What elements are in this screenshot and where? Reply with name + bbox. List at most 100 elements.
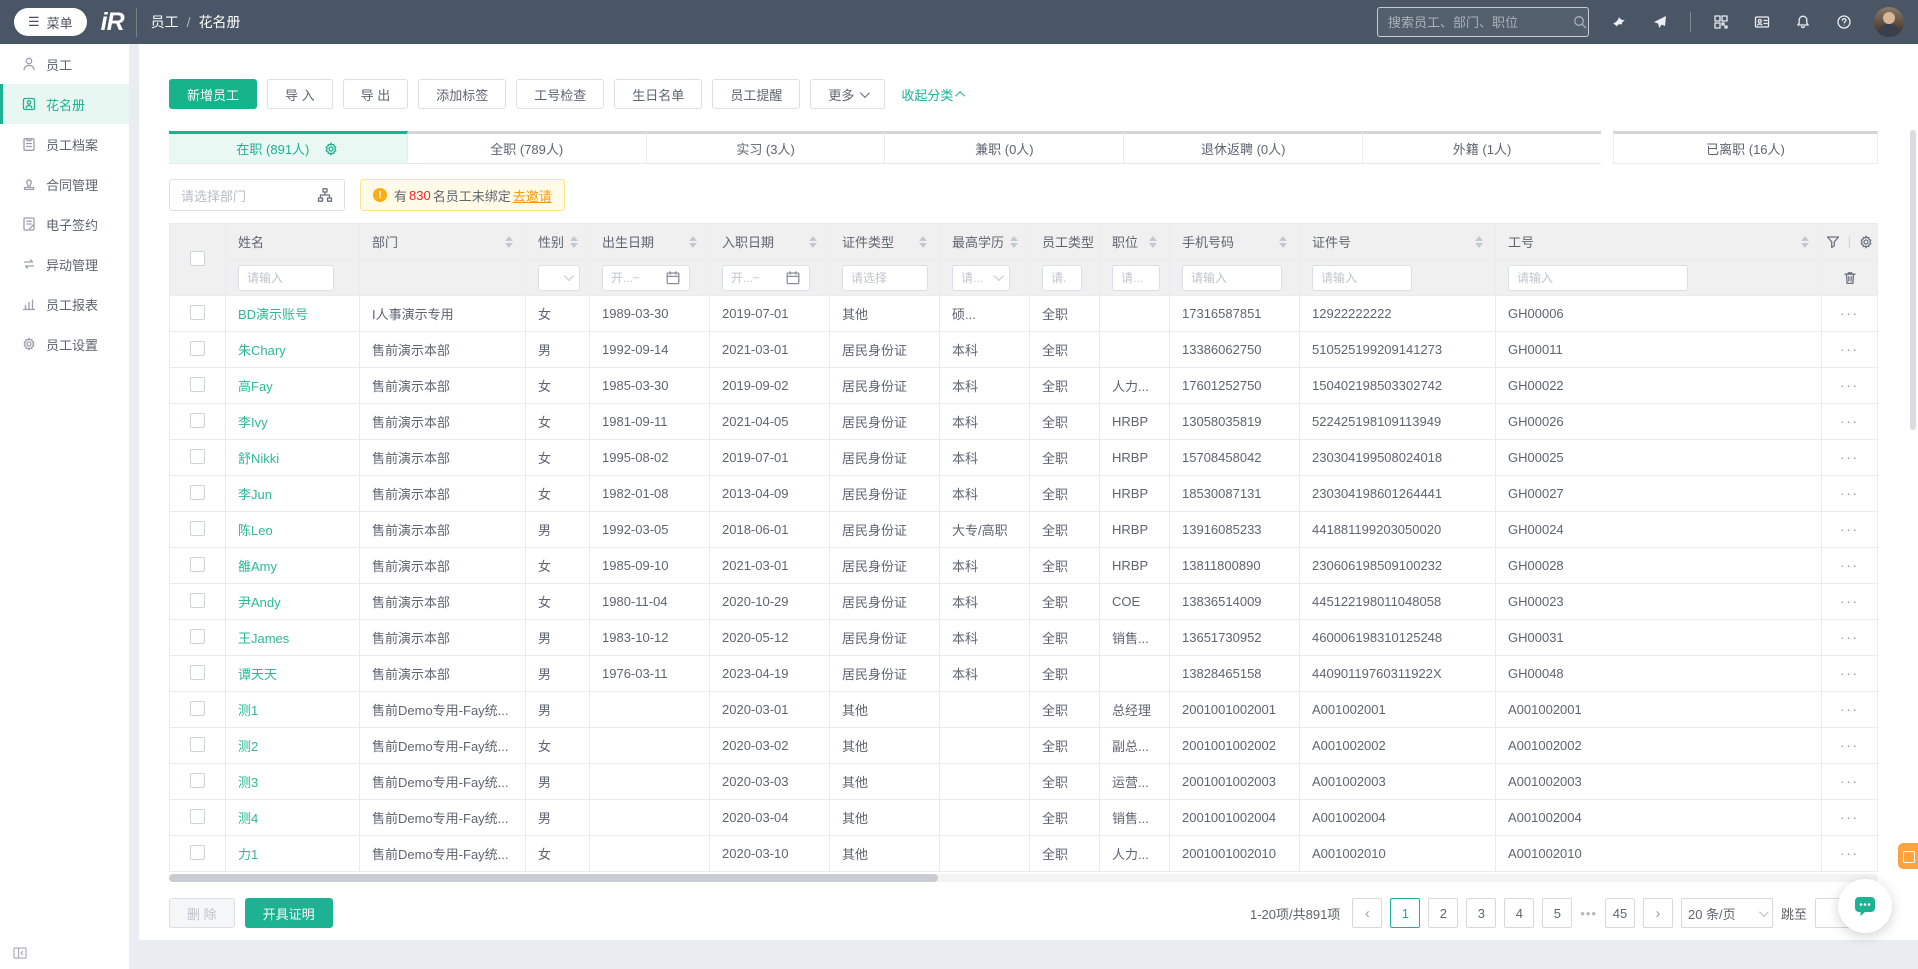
page-size-select[interactable]: 20 条/页 [1680, 898, 1773, 928]
breadcrumb-module[interactable]: 员工 [151, 12, 179, 32]
employee-name-link[interactable]: 高Fay [238, 379, 273, 394]
page-button-1[interactable]: 1 [1390, 898, 1421, 928]
issue-certificate-button[interactable]: 开具证明 [244, 898, 333, 928]
row-more-actions-button[interactable]: ··· [1823, 342, 1877, 357]
horizontal-scrollbar[interactable] [169, 874, 1878, 882]
sidebar-item-合同管理[interactable]: 合同管理 [0, 164, 129, 204]
employee-name-link[interactable]: 谭天天 [238, 667, 277, 682]
row-more-actions-button[interactable]: ··· [1823, 378, 1877, 393]
employee-name-link[interactable]: 测2 [238, 739, 258, 754]
column-header-最高学历[interactable]: 最高学历 [939, 223, 1030, 260]
row-checkbox[interactable] [190, 628, 205, 644]
column-header-部门[interactable]: 部门 [359, 223, 526, 260]
employee-name-link[interactable]: 李Ivy [238, 415, 268, 430]
row-checkbox[interactable] [190, 520, 205, 536]
tab-gear-icon[interactable] [323, 141, 339, 157]
next-page-button[interactable]: › [1642, 898, 1673, 928]
row-more-actions-button[interactable]: ··· [1823, 306, 1877, 321]
row-more-actions-button[interactable]: ··· [1823, 414, 1877, 429]
toolbar-button[interactable]: 员工提醒 [712, 79, 801, 109]
employee-name-link[interactable]: 尹Andy [238, 595, 281, 610]
column-header-证件号[interactable]: 证件号 [1299, 223, 1496, 260]
search-input[interactable] [1388, 14, 1564, 30]
pagination-ellipsis[interactable]: ••• [1580, 906, 1597, 921]
row-more-actions-button[interactable]: ··· [1823, 450, 1877, 465]
sidebar-item-员工设置[interactable]: 员工设置 [0, 324, 129, 364]
row-checkbox[interactable] [190, 592, 205, 608]
paper-plane-icon[interactable] [1649, 11, 1671, 33]
sort-carets-icon[interactable] [1010, 235, 1019, 248]
sort-carets-icon[interactable] [689, 235, 697, 248]
column-header-证件类型[interactable]: 证件类型 [829, 223, 940, 260]
row-checkbox[interactable] [190, 448, 205, 464]
department-select[interactable]: 请选择部门 [169, 179, 345, 211]
employee-name-link[interactable]: 测4 [238, 811, 258, 826]
row-checkbox[interactable] [190, 844, 205, 860]
sort-carets-icon[interactable] [1149, 235, 1157, 248]
employee-name-link[interactable]: 朱Chary [238, 343, 286, 358]
column-settings-gear-icon[interactable] [1858, 234, 1874, 250]
sort-carets-icon[interactable] [570, 235, 579, 248]
sidebar-item-异动管理[interactable]: 异动管理 [0, 244, 129, 284]
side-panel-tag[interactable] [1898, 843, 1918, 869]
page-button-3[interactable]: 3 [1466, 898, 1497, 928]
row-more-actions-button[interactable]: ··· [1823, 774, 1877, 789]
column-header-性别[interactable]: 性别 [525, 223, 590, 260]
row-checkbox[interactable] [190, 808, 205, 824]
tab-全职 (789人)[interactable]: 全职 (789人) [407, 131, 647, 164]
page-button-5[interactable]: 5 [1542, 898, 1573, 928]
add-employee-button[interactable]: 新增员工 [169, 79, 258, 109]
sort-carets-icon[interactable] [1801, 235, 1809, 248]
employee-name-link[interactable]: 测1 [238, 703, 258, 718]
select-all-checkbox[interactable] [190, 250, 205, 266]
row-more-actions-button[interactable]: ··· [1823, 810, 1877, 825]
toolbar-button[interactable]: 添加标签 [418, 79, 507, 109]
qr-code-icon[interactable] [1710, 11, 1732, 33]
filter-daterange[interactable]: 开...~ [602, 264, 690, 291]
employee-name-link[interactable]: 舒Nikki [238, 451, 279, 466]
column-header-工号[interactable]: 工号 [1495, 223, 1822, 260]
sort-carets-icon[interactable] [1475, 235, 1483, 248]
vertical-scrollbar[interactable] [1910, 130, 1916, 430]
page-button-45[interactable]: 45 [1604, 898, 1635, 928]
row-more-actions-button[interactable]: ··· [1823, 630, 1877, 645]
sidebar-item-员工[interactable]: 员工 [0, 44, 129, 84]
page-button-4[interactable]: 4 [1504, 898, 1535, 928]
tab-兼职 (0人)[interactable]: 兼职 (0人) [885, 131, 1125, 164]
filter-input[interactable]: 请. [1042, 264, 1082, 291]
row-more-actions-button[interactable]: ··· [1823, 846, 1877, 861]
tab-实习 (3人)[interactable]: 实习 (3人) [646, 131, 886, 164]
row-checkbox[interactable] [190, 556, 205, 572]
row-checkbox[interactable] [190, 304, 205, 320]
row-checkbox[interactable] [190, 412, 205, 428]
tab-resigned[interactable]: 已离职 (16人) [1613, 131, 1878, 164]
hscroll-thumb[interactable] [169, 874, 939, 882]
toolbar-button[interactable]: 生日名单 [614, 79, 703, 109]
prev-page-button[interactable]: ‹ [1352, 898, 1383, 928]
filter-input[interactable]: 请... [1112, 264, 1160, 291]
column-header-职位[interactable]: 职位 [1099, 223, 1170, 260]
employee-name-link[interactable]: 王James [238, 631, 289, 646]
row-more-actions-button[interactable]: ··· [1823, 594, 1877, 609]
row-more-actions-button[interactable]: ··· [1823, 738, 1877, 753]
filter-input[interactable]: 请输入 [1312, 264, 1412, 291]
row-more-actions-button[interactable]: ··· [1823, 522, 1877, 537]
contact-card-icon[interactable] [1751, 11, 1773, 33]
page-button-2[interactable]: 2 [1428, 898, 1459, 928]
row-more-actions-button[interactable]: ··· [1823, 486, 1877, 501]
collapse-categories-link[interactable]: 收起分类 [901, 85, 966, 104]
column-header-员工类型[interactable]: 员工类型 [1029, 223, 1100, 260]
column-header-入职日期[interactable]: 入职日期 [709, 223, 830, 260]
sidebar-collapse-icon[interactable] [12, 945, 28, 961]
filter-select[interactable]: 请... [952, 264, 1010, 291]
tab-外籍 (1人)[interactable]: 外籍 (1人) [1363, 131, 1601, 164]
sidebar-item-员工报表[interactable]: 员工报表 [0, 284, 129, 324]
toolbar-button[interactable]: 导 入 [267, 79, 333, 109]
sidebar-item-员工档案[interactable]: 员工档案 [0, 124, 129, 164]
row-checkbox[interactable] [190, 376, 205, 392]
column-header-出生日期[interactable]: 出生日期 [589, 223, 710, 260]
employee-name-link[interactable]: 雒Amy [238, 559, 277, 574]
row-checkbox[interactable] [190, 700, 205, 716]
row-more-actions-button[interactable]: ··· [1823, 702, 1877, 717]
filter-input[interactable]: 请输入 [1182, 264, 1282, 291]
